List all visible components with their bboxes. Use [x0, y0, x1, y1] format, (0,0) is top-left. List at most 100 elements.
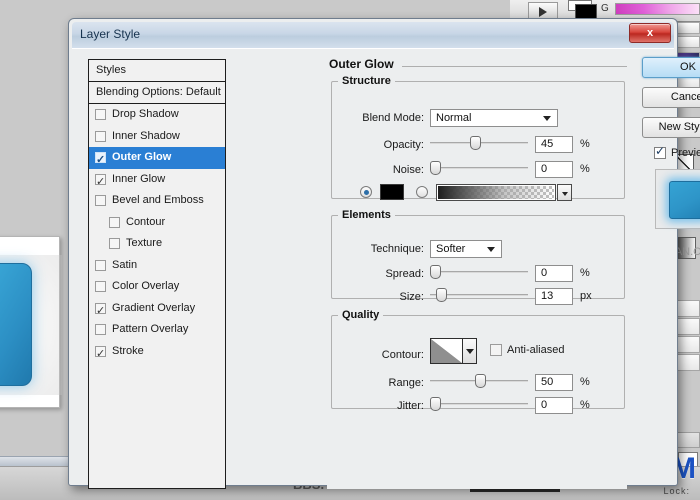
- style-checkbox[interactable]: [95, 172, 106, 193]
- size-label: Size:: [399, 291, 424, 303]
- sidebar-item-label: Stroke: [112, 344, 144, 357]
- style-preview-thumbnail: [655, 169, 700, 229]
- style-checkbox[interactable]: [95, 281, 106, 293]
- glow-color-swatch[interactable]: [380, 184, 404, 200]
- noise-input[interactable]: 0: [535, 161, 573, 178]
- dialog-title: Layer Style: [80, 27, 141, 41]
- style-checkbox[interactable]: [95, 130, 106, 142]
- size-input[interactable]: 13: [535, 288, 573, 305]
- jitter-input[interactable]: 0: [535, 397, 573, 414]
- sidebar-item-label: Bevel and Emboss: [112, 194, 204, 207]
- structure-legend: Structure: [342, 75, 391, 87]
- sidebar-item-drop-shadow[interactable]: Drop Shadow: [89, 104, 225, 126]
- elements-legend: Elements: [342, 209, 391, 221]
- contour-label: Contour:: [381, 349, 424, 361]
- blend-mode-label: Blend Mode:: [362, 112, 424, 124]
- sidebar-item-outer-glow[interactable]: Outer Glow: [89, 147, 225, 171]
- opacity-slider-thumb[interactable]: [470, 136, 482, 150]
- magenta-gradient-bar[interactable]: [615, 3, 700, 15]
- style-checkbox[interactable]: [95, 195, 106, 207]
- size-unit: px: [580, 290, 592, 302]
- range-input[interactable]: 50: [535, 374, 573, 391]
- spread-slider[interactable]: [430, 265, 528, 279]
- style-checkbox[interactable]: [95, 109, 106, 121]
- contour-picker-chevron-icon[interactable]: [463, 338, 477, 364]
- blend-mode-value: Normal: [436, 112, 472, 124]
- spread-slider-thumb[interactable]: [430, 265, 441, 279]
- outer-glow-settings-panel: Outer Glow Structure Blend Mode: Normal …: [327, 57, 627, 489]
- sidebar-item-label: Inner Shadow: [112, 129, 180, 142]
- sidebar-item-label: Texture: [126, 237, 163, 250]
- opacity-label: Opacity:: [383, 139, 424, 151]
- sidebar-item-bevel-and-emboss[interactable]: Bevel and Emboss: [89, 190, 225, 212]
- noise-label: Noise:: [392, 164, 424, 176]
- panel-title: Outer Glow: [329, 57, 400, 71]
- jitter-label: Jitter:: [397, 400, 424, 412]
- sidebar-item-label: Contour: [126, 215, 166, 228]
- spread-label: Spread:: [385, 268, 424, 280]
- sidebar-item-blending-options[interactable]: Blending Options: Default: [89, 82, 225, 104]
- sidebar-item-texture[interactable]: Texture: [89, 233, 225, 255]
- style-checkbox[interactable]: [95, 150, 106, 171]
- range-slider[interactable]: [430, 374, 528, 388]
- noise-slider[interactable]: [430, 161, 528, 175]
- layer-style-dialog: Layer Style x Styles Blending Options: D…: [68, 18, 700, 489]
- technique-value: Softer: [436, 243, 466, 255]
- opacity-input[interactable]: 45: [535, 136, 573, 153]
- cancel-button[interactable]: Cancel: [642, 87, 700, 108]
- layers-lock-row[interactable]: Lock:: [663, 486, 690, 496]
- styles-header: Styles: [89, 60, 225, 82]
- size-slider[interactable]: [430, 288, 528, 302]
- sidebar-item-inner-shadow[interactable]: Inner Shadow: [89, 126, 225, 148]
- jitter-unit: %: [580, 399, 590, 411]
- sidebar-item-label: Pattern Overlay: [112, 323, 189, 336]
- jitter-slider[interactable]: [430, 397, 528, 411]
- range-unit: %: [580, 376, 590, 388]
- technique-label: Technique:: [370, 243, 424, 255]
- style-checkbox[interactable]: [95, 344, 106, 365]
- style-checkbox[interactable]: [109, 238, 120, 250]
- preview-glow-shape: [669, 181, 700, 219]
- glow-gradient-radio[interactable]: [416, 186, 428, 198]
- chevron-down-icon: [543, 116, 551, 121]
- glow-gradient-preview[interactable]: [436, 184, 556, 201]
- size-slider-thumb[interactable]: [435, 288, 447, 302]
- opacity-slider[interactable]: [430, 136, 528, 150]
- anti-aliased-label: Anti-aliased: [507, 344, 565, 356]
- ok-button[interactable]: OK: [642, 57, 700, 78]
- sidebar-item-stroke[interactable]: Stroke: [89, 341, 225, 365]
- noise-slider-track: [430, 167, 528, 169]
- style-checkbox[interactable]: [95, 324, 106, 336]
- anti-aliased-checkbox[interactable]: [490, 344, 502, 356]
- noise-slider-thumb[interactable]: [430, 161, 441, 175]
- sidebar-item-color-overlay[interactable]: Color Overlay: [89, 276, 225, 298]
- sidebar-item-inner-glow[interactable]: Inner Glow: [89, 169, 225, 193]
- sidebar-item-pattern-overlay[interactable]: Pattern Overlay: [89, 319, 225, 341]
- sidebar-item-label: Gradient Overlay: [112, 301, 196, 314]
- preview-toggle[interactable]: Preview: [654, 144, 700, 159]
- sidebar-item-gradient-overlay[interactable]: Gradient Overlay: [89, 298, 225, 322]
- technique-select[interactable]: Softer: [430, 240, 502, 258]
- sidebar-item-satin[interactable]: Satin: [89, 255, 225, 277]
- dialog-title-bar[interactable]: Layer Style x: [72, 22, 674, 48]
- style-checkbox[interactable]: [95, 259, 106, 271]
- noise-unit: %: [580, 163, 590, 175]
- blue-rounded-rectangle-artwork: [0, 263, 32, 386]
- range-slider-thumb[interactable]: [475, 374, 487, 388]
- gradient-swatch: [438, 186, 554, 199]
- style-checkbox[interactable]: [95, 301, 106, 322]
- close-icon[interactable]: x: [629, 23, 671, 43]
- spread-input[interactable]: 0: [535, 265, 573, 282]
- gradient-picker-chevron-icon[interactable]: [557, 184, 572, 201]
- glow-color-radio[interactable]: [360, 186, 372, 198]
- sidebar-item-contour[interactable]: Contour: [89, 212, 225, 234]
- preview-checkbox[interactable]: [654, 144, 666, 159]
- opacity-unit: %: [580, 138, 590, 150]
- style-checkbox[interactable]: [109, 216, 120, 228]
- new-style-button[interactable]: New Style...: [642, 117, 700, 138]
- chevron-down-icon: [487, 247, 495, 252]
- jitter-slider-thumb[interactable]: [430, 397, 441, 411]
- contour-preview-swatch[interactable]: [430, 338, 463, 364]
- dialog-actions: OK Cancel New Style... Preview: [642, 57, 700, 229]
- blend-mode-select[interactable]: Normal: [430, 109, 558, 127]
